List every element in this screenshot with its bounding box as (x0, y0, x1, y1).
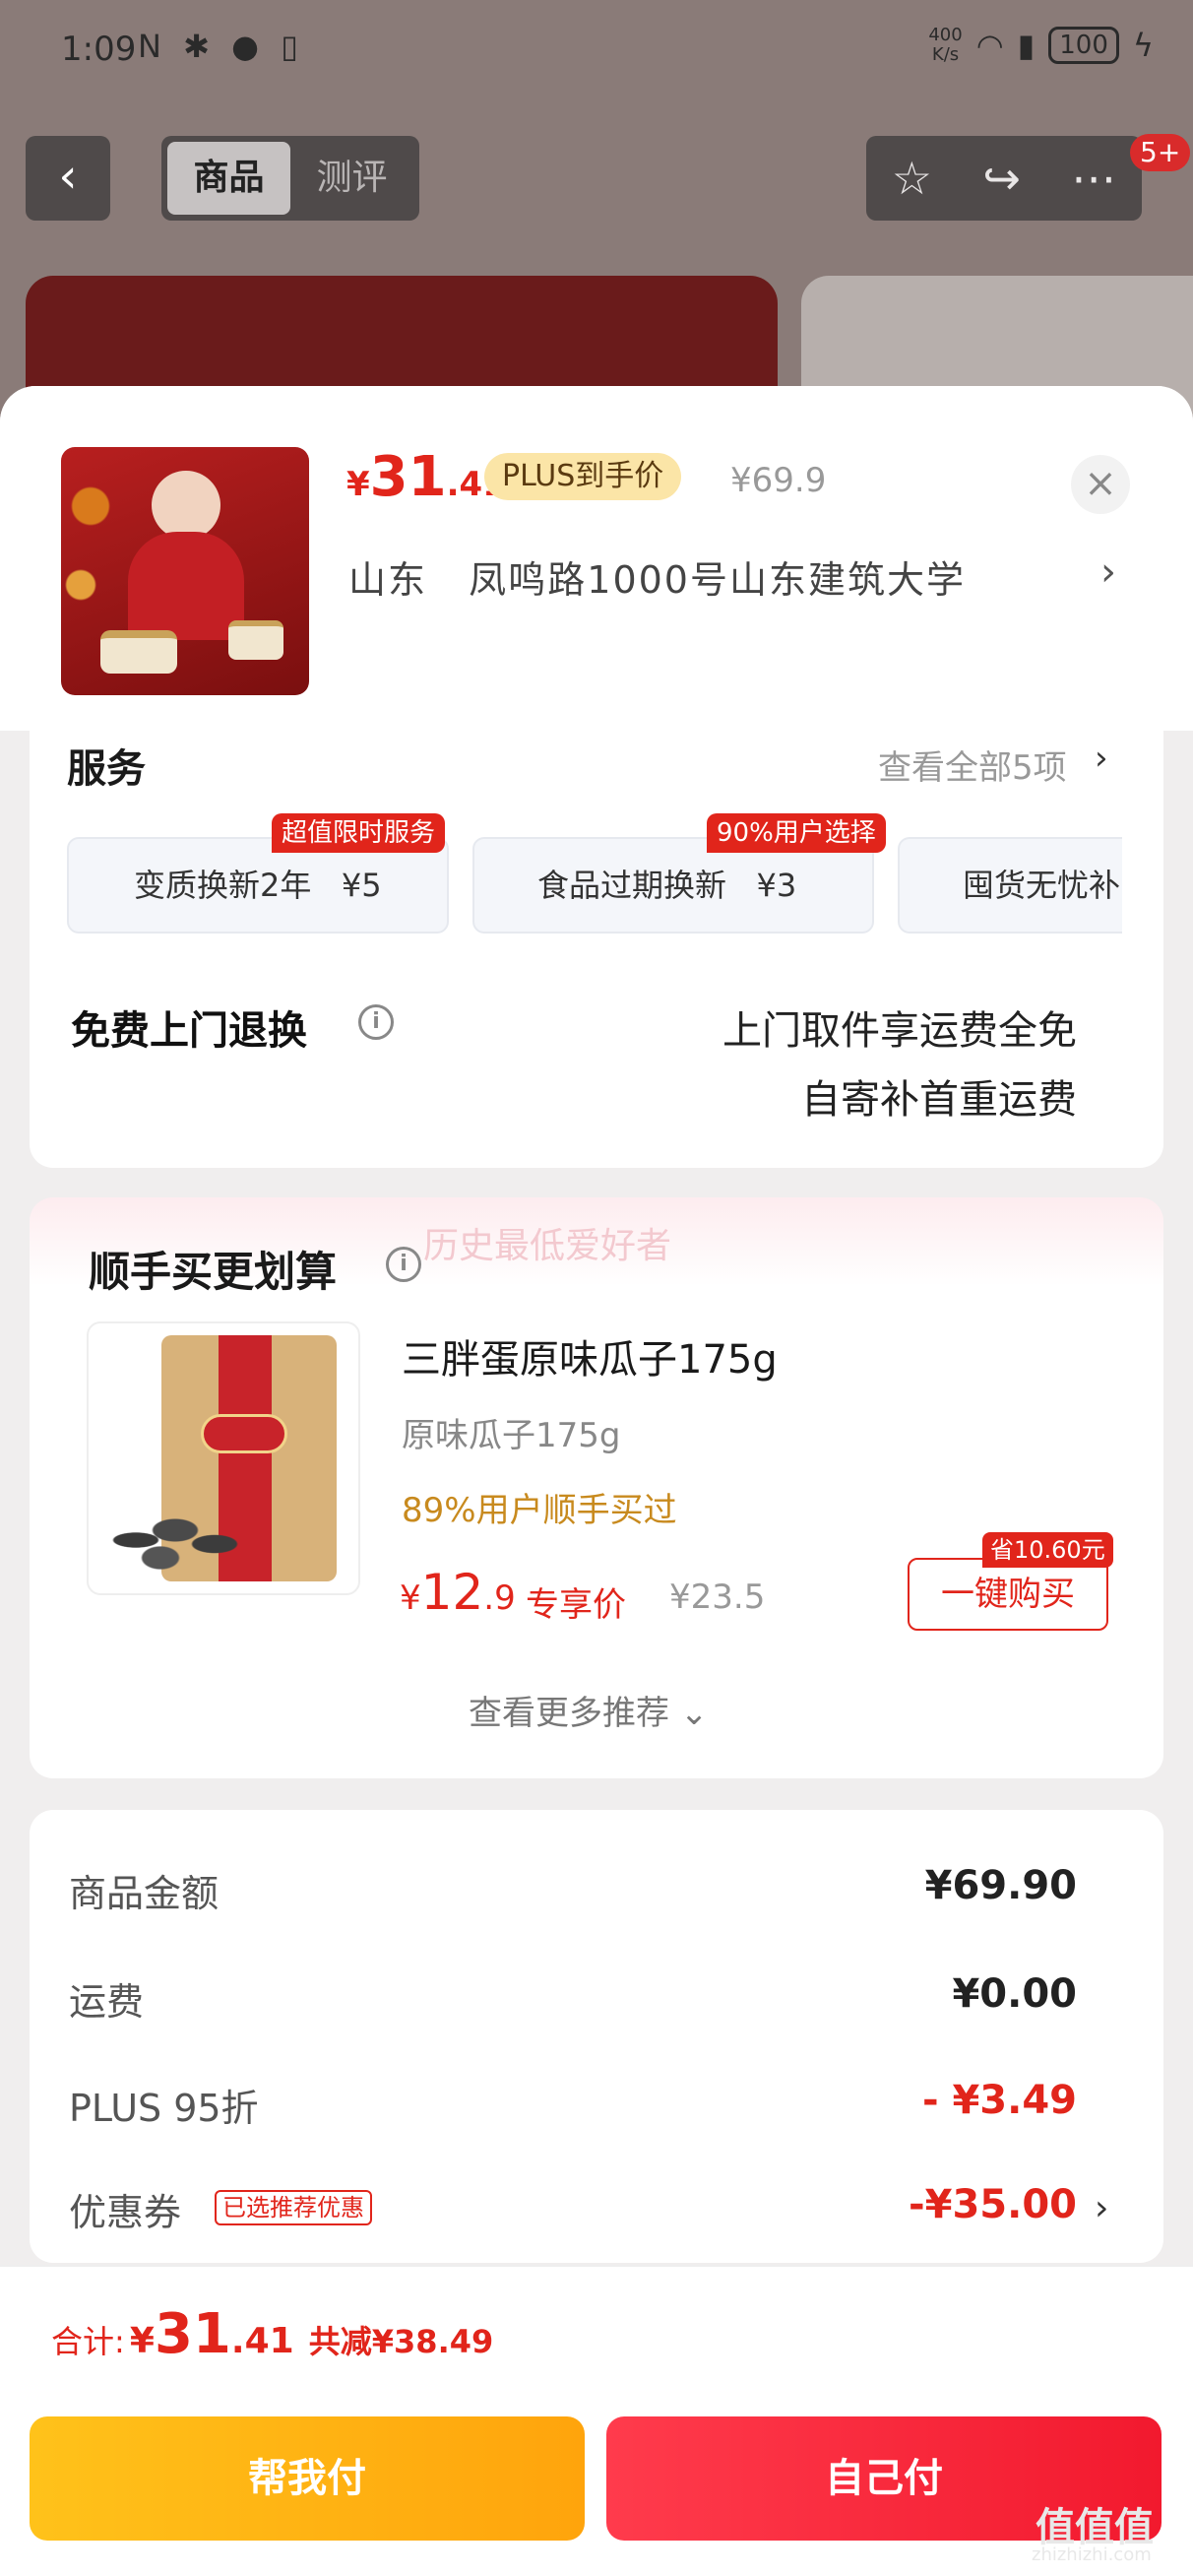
message-badge: 5+ (1130, 134, 1191, 171)
wifi-icon: ◠ (975, 27, 1004, 64)
charging-icon: ϟ (1132, 27, 1154, 64)
chevron-right-icon[interactable]: › (1100, 549, 1116, 595)
summary-row-goods: 商品金额 ¥69.90 (69, 1863, 1077, 1915)
services-title: 服务 (67, 746, 146, 792)
close-icon: × (1084, 461, 1117, 506)
chevron-down-icon: ⌄ (679, 1694, 709, 1733)
summary-row-coupon[interactable]: 优惠券 已选推荐优惠 -¥35.00 (69, 2182, 1077, 2241)
free-return-title: 免费上门退换 (71, 1008, 307, 1054)
status-icons: N ✱ ● ▯ (138, 28, 304, 65)
bundle-product-image[interactable] (87, 1321, 360, 1595)
product-tabs: 商品 测评 (161, 136, 419, 221)
tab-product[interactable]: 商品 (167, 142, 290, 215)
bundle-title: 顺手买更划算 (89, 1248, 338, 1296)
bundle-users-percent: 89%用户顺手买过 (402, 1491, 677, 1530)
coupon-recommended-tag: 已选推荐优惠 (215, 2190, 372, 2225)
net-speed: 400 K/s (928, 25, 963, 65)
status-time: 1:09 (61, 30, 137, 69)
one-click-buy-button[interactable]: 一键购买 (908, 1558, 1108, 1631)
watermark-url: zhizhizhi.com (1032, 2544, 1152, 2565)
product-thumbnail (61, 447, 309, 695)
tab-review[interactable]: 测评 (290, 142, 413, 215)
more-recommendations[interactable]: 查看更多推荐 ⌄ (469, 1686, 708, 1734)
more-icon[interactable]: ⋯ (1071, 152, 1116, 205)
star-icon[interactable]: ☆ (892, 152, 932, 205)
services-view-all[interactable]: 查看全部5项 (878, 741, 1067, 789)
bundle-original-price: ¥23.5 (669, 1578, 766, 1617)
save-amount-tag: 省10.60元 (982, 1532, 1113, 1568)
service-option[interactable]: 囤货无忧补 (898, 837, 1122, 934)
chevron-right-icon[interactable]: › (1095, 739, 1108, 778)
info-icon[interactable]: i (386, 1247, 421, 1282)
service-tag: 90%用户选择 (707, 813, 886, 853)
alert-icon: ▮ (1017, 27, 1036, 64)
exclusive-price-label: 专享价 (526, 1585, 626, 1625)
plus-price: ¥31.41 (346, 445, 506, 509)
chevron-left-icon: ‹ (58, 149, 78, 204)
top-tools: ☆ ↪ ⋯ (866, 136, 1142, 221)
free-return-pickup: 上门取件享运费全免 (722, 1008, 1077, 1054)
bundle-product-spec: 原味瓜子175g (402, 1416, 621, 1455)
status-bar: 1:09 N ✱ ● ▯ 400 K/s ◠ ▮ 100 ϟ (0, 0, 1193, 98)
plus-price-tag: PLUS到手价 (484, 453, 682, 500)
help-me-pay-button[interactable]: 帮我付 (30, 2416, 585, 2541)
share-icon[interactable]: ↪ (982, 152, 1021, 205)
info-icon[interactable]: i (358, 1004, 394, 1040)
free-return-selfship: 自寄补首重运费 (801, 1077, 1077, 1123)
order-total: 合计: ¥31.41 共减¥38.49 (51, 2302, 494, 2366)
delivery-address[interactable]: 山东 凤鸣路1000号山东建筑大学 (348, 549, 966, 604)
chevron-right-icon[interactable]: › (1095, 2188, 1108, 2228)
bundle-price: ¥12.9 (400, 1564, 516, 1621)
battery-indicator: 100 (1048, 27, 1119, 64)
bundle-watermark: 历史最低爱好者 (423, 1226, 672, 1266)
summary-row-plus-discount: PLUS 95折 - ¥3.49 (69, 2078, 1077, 2130)
back-button[interactable]: ‹ (26, 136, 110, 221)
original-price: ¥69.9 (730, 461, 827, 500)
close-button[interactable]: × (1071, 455, 1130, 514)
service-tag: 超值限时服务 (272, 813, 446, 853)
summary-row-shipping: 运费 ¥0.00 (69, 1971, 1077, 2024)
status-right: 400 K/s ◠ ▮ 100 ϟ (928, 26, 1154, 65)
bundle-product-name[interactable]: 三胖蛋原味瓜子175g (402, 1327, 778, 1385)
